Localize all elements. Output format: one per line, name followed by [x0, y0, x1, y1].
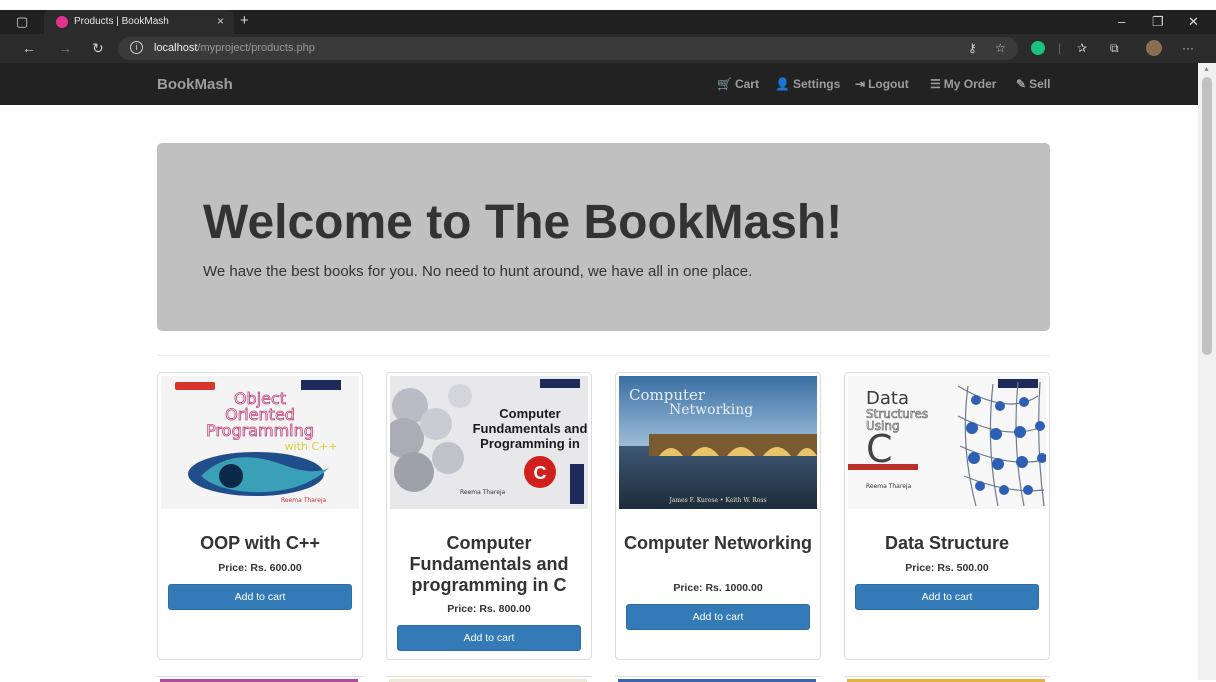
- toolbar-divider: |: [1058, 41, 1062, 55]
- product-price: Price: Rs. 800.00: [447, 603, 531, 615]
- scrollbar-thumb[interactable]: [1202, 77, 1212, 355]
- url-host: localhost: [154, 42, 198, 54]
- jumbotron: Welcome to The BookMash! We have the bes…: [157, 143, 1050, 331]
- refresh-icon[interactable]: ↻: [92, 40, 104, 57]
- nav-sell[interactable]: ✎ Sell: [1016, 77, 1050, 91]
- product-title[interactable]: OOP with C++: [158, 533, 362, 554]
- info-icon[interactable]: i: [130, 41, 143, 54]
- section-divider: [157, 355, 1050, 356]
- key-icon[interactable]: ⚷: [968, 41, 977, 55]
- nav-my-order-label: My Order: [943, 77, 997, 91]
- product-card-partial: [615, 676, 821, 682]
- product-card: Object Oriented Programming with C++ Ree…: [157, 372, 363, 660]
- product-card: Computer Networking James F. Kurose • Ke…: [615, 372, 821, 660]
- favorites-icon[interactable]: ✰: [1077, 41, 1087, 55]
- cover-title-line-2: Networking: [669, 402, 753, 418]
- nav-cart-label: Cart: [734, 77, 759, 91]
- nav-settings-label: Settings: [792, 77, 841, 91]
- close-window-icon[interactable]: ✕: [1188, 14, 1199, 30]
- page-scrollbar[interactable]: ▲: [1198, 63, 1216, 680]
- favicon-icon: [56, 16, 68, 28]
- nav-logout-label: Logout: [868, 77, 909, 91]
- address-bar: ← → ↻ i localhost/myproject/products.php…: [0, 34, 1216, 63]
- url-input[interactable]: i localhost/myproject/products.php: [118, 37, 1018, 60]
- nav-sell-label: Sell: [1029, 77, 1051, 91]
- grammarly-icon[interactable]: [1031, 41, 1045, 55]
- product-card: Computer Fundamentals and Programming in…: [386, 372, 592, 660]
- list-icon: ☰: [930, 77, 941, 91]
- forward-icon[interactable]: →: [58, 40, 72, 56]
- url-path: /myproject/products.php: [197, 42, 315, 54]
- favorite-add-icon[interactable]: ☆: [995, 41, 1006, 55]
- cart-icon: 🛒: [717, 77, 732, 91]
- nav-settings[interactable]: 👤 Settings: [775, 77, 840, 91]
- product-price: Price: Rs. 600.00: [218, 562, 302, 574]
- minimize-icon[interactable]: –: [1118, 14, 1125, 29]
- add-to-cart-button[interactable]: Add to cart: [168, 584, 352, 610]
- nav-logout[interactable]: ⇥ Logout: [855, 77, 909, 91]
- browser-tab-bar: ▢ Products | BookMash × + – ❐ ✕: [0, 10, 1216, 34]
- product-price: Price: Rs. 500.00: [905, 562, 989, 574]
- browser-tab[interactable]: Products | BookMash ×: [44, 10, 234, 34]
- add-to-cart-button[interactable]: Add to cart: [397, 625, 581, 651]
- cover-author: Reema Thareja: [281, 497, 327, 504]
- product-card-partial: [844, 676, 1050, 682]
- tab-close-icon[interactable]: ×: [217, 14, 224, 28]
- url-text: localhost/myproject/products.php: [154, 42, 315, 54]
- user-icon: 👤: [775, 77, 790, 91]
- product-title[interactable]: Computer Fundamentals and programming in…: [387, 533, 591, 596]
- cover-title-line-3: Programming: [206, 421, 314, 440]
- cover-title-line-3: Programming in: [480, 436, 580, 451]
- back-icon[interactable]: ←: [22, 40, 36, 56]
- brand-link[interactable]: BookMash: [157, 76, 233, 93]
- top-strip: [0, 0, 1216, 10]
- svg-text:C: C: [534, 463, 547, 483]
- cover-title-line-2: Fundamentals and: [473, 421, 588, 436]
- product-card-partial: [157, 676, 363, 682]
- window-menu-icon[interactable]: ▢: [16, 14, 28, 30]
- product-card: Data Structures Using C Reema Thareja Da…: [844, 372, 1050, 660]
- site-navbar: BookMash 🛒 Cart 👤 Settings ⇥ Logout ☰ My Ord…: [0, 63, 1198, 105]
- profile-avatar[interactable]: [1146, 40, 1162, 56]
- logout-icon: ⇥: [855, 77, 866, 91]
- cover-title-line-1: Data: [866, 388, 909, 409]
- restore-icon[interactable]: ❐: [1152, 14, 1164, 30]
- nav-my-order[interactable]: ☰ My Order: [930, 77, 996, 91]
- cover-author: James F. Kurose • Keith W. Ross: [668, 497, 766, 504]
- nav-cart[interactable]: 🛒 Cart: [717, 77, 759, 91]
- welcome-tagline: We have the best books for you. No need …: [203, 263, 753, 280]
- product-title[interactable]: Computer Networking: [616, 533, 820, 554]
- book-cover-image[interactable]: Computer Fundamentals and Programming in…: [390, 376, 588, 509]
- product-title[interactable]: Data Structure: [845, 533, 1049, 554]
- welcome-heading: Welcome to The BookMash!: [203, 196, 843, 249]
- book-cover-image[interactable]: Object Oriented Programming with C++ Ree…: [161, 376, 359, 509]
- product-card-partial: [386, 676, 592, 682]
- product-price: Price: Rs. 1000.00: [673, 582, 763, 594]
- book-cover-image[interactable]: Computer Networking James F. Kurose • Ke…: [619, 376, 817, 509]
- edit-icon: ✎: [1016, 77, 1027, 91]
- scroll-up-icon[interactable]: ▲: [1203, 66, 1210, 73]
- cover-author: Reema Thareja: [866, 483, 912, 490]
- cover-title-line-4: with C++: [285, 440, 338, 453]
- add-to-cart-button[interactable]: Add to cart: [626, 604, 810, 630]
- add-to-cart-button[interactable]: Add to cart: [855, 584, 1039, 610]
- new-tab-button[interactable]: +: [240, 12, 249, 29]
- more-icon[interactable]: ···: [1182, 41, 1194, 55]
- tab-title: Products | BookMash: [74, 16, 169, 27]
- cover-title-line-1: Computer: [499, 406, 560, 421]
- collections-icon[interactable]: ⧉: [1110, 41, 1119, 56]
- cover-author: Reema Thareja: [460, 489, 506, 496]
- book-cover-image[interactable]: Data Structures Using C Reema Thareja: [848, 376, 1046, 509]
